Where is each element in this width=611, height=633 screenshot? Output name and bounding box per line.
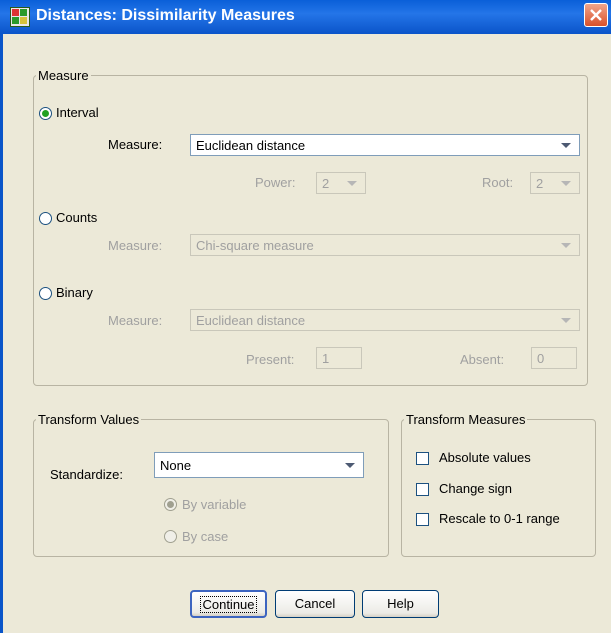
help-label: Help xyxy=(387,596,414,611)
by-case-label[interactable]: By case xyxy=(182,529,228,544)
interval-measure-label: Measure: xyxy=(108,137,163,152)
chevron-down-icon xyxy=(561,318,571,323)
standardize-value: None xyxy=(160,458,192,473)
standardize-select[interactable]: None xyxy=(154,452,364,478)
help-button[interactable]: Help xyxy=(362,590,439,618)
cancel-button[interactable]: Cancel xyxy=(275,590,355,618)
power-select[interactable]: 2 xyxy=(316,172,366,194)
absent-field[interactable]: 0 xyxy=(531,347,577,369)
close-icon xyxy=(590,9,602,21)
interval-radio[interactable] xyxy=(39,107,52,120)
counts-label[interactable]: Counts xyxy=(56,210,97,225)
counts-radio[interactable] xyxy=(39,212,52,225)
window-title: Distances: Dissimilarity Measures xyxy=(36,7,295,24)
by-variable-radio[interactable] xyxy=(164,498,177,511)
binary-label[interactable]: Binary xyxy=(56,285,93,300)
rescale-label[interactable]: Rescale to 0-1 range xyxy=(439,511,560,526)
cancel-label: Cancel xyxy=(294,596,336,611)
measure-legend: Measure xyxy=(38,68,89,83)
chevron-down-icon xyxy=(561,143,571,148)
app-icon xyxy=(10,7,30,27)
absent-value: 0 xyxy=(537,351,545,366)
binary-measure-select[interactable]: Euclidean distance xyxy=(190,309,580,331)
interval-label[interactable]: Interval xyxy=(56,105,99,120)
interval-measure-select[interactable]: Euclidean distance xyxy=(190,134,580,156)
root-label: Root: xyxy=(482,175,514,190)
interval-measure-value: Euclidean distance xyxy=(196,138,306,153)
absolute-values-checkbox[interactable] xyxy=(416,452,429,465)
by-case-radio[interactable] xyxy=(164,530,177,543)
rescale-checkbox[interactable] xyxy=(416,513,429,526)
power-value: 2 xyxy=(322,176,330,191)
power-label: Power: xyxy=(255,175,296,190)
counts-measure-value: Chi-square measure xyxy=(196,238,314,253)
continue-button[interactable]: Continue xyxy=(190,590,267,618)
chevron-down-icon xyxy=(561,181,571,186)
measure-group: Measure xyxy=(33,68,588,386)
root-value: 2 xyxy=(536,176,544,191)
standardize-label: Standardize: xyxy=(50,467,123,482)
change-sign-checkbox[interactable] xyxy=(416,483,429,496)
binary-measure-label: Measure: xyxy=(108,313,163,328)
transform-measures-legend: Transform Measures xyxy=(406,412,526,427)
chevron-down-icon xyxy=(347,181,357,186)
present-label: Present: xyxy=(246,352,295,367)
close-button[interactable] xyxy=(584,3,608,27)
window-frame-left xyxy=(0,34,3,633)
by-variable-label[interactable]: By variable xyxy=(182,497,246,512)
binary-measure-value: Euclidean distance xyxy=(196,313,306,328)
present-field[interactable]: 1 xyxy=(316,347,362,369)
chevron-down-icon xyxy=(561,243,571,248)
counts-measure-select[interactable]: Chi-square measure xyxy=(190,234,580,256)
change-sign-label[interactable]: Change sign xyxy=(439,481,512,496)
continue-label: Continue xyxy=(200,596,257,613)
counts-measure-label: Measure: xyxy=(108,238,163,253)
absent-label: Absent: xyxy=(460,352,505,367)
binary-radio[interactable] xyxy=(39,287,52,300)
transform-values-legend: Transform Values xyxy=(38,412,140,427)
absolute-values-label[interactable]: Absolute values xyxy=(439,450,531,465)
root-select[interactable]: 2 xyxy=(530,172,580,194)
present-value: 1 xyxy=(322,351,330,366)
title-bar[interactable]: Distances: Dissimilarity Measures xyxy=(0,0,611,34)
chevron-down-icon xyxy=(345,463,355,468)
